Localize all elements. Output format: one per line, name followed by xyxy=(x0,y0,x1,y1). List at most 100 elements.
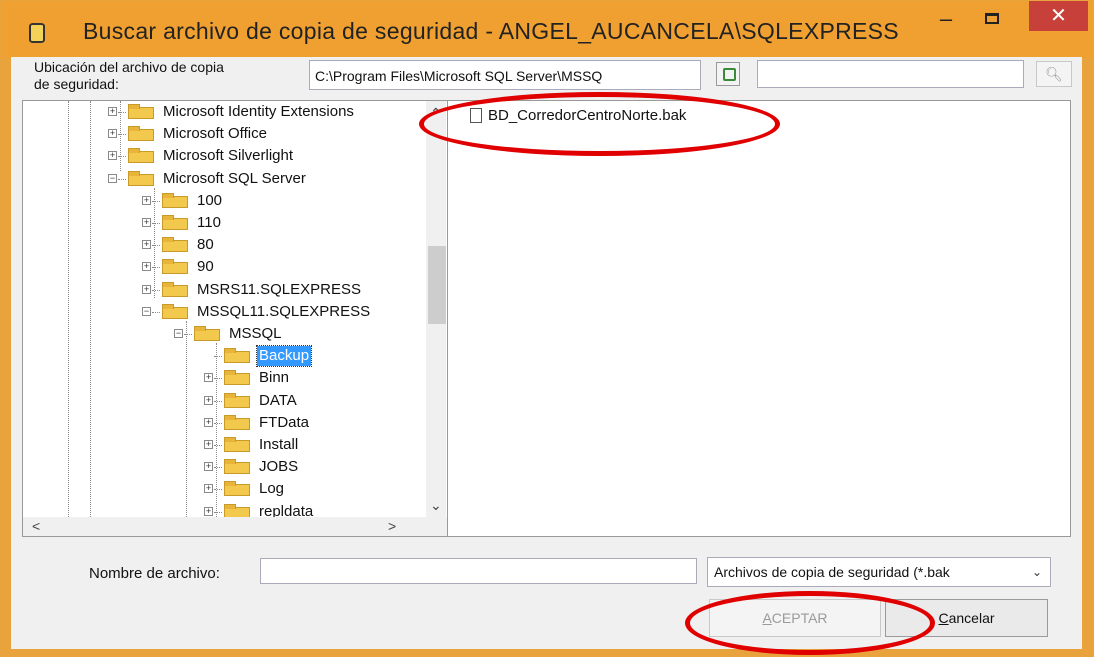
tree-node-label[interactable]: JOBS xyxy=(257,457,300,477)
title-bar[interactable]: Buscar archivo de copia de seguridad - A… xyxy=(1,1,1093,58)
expand-icon[interactable]: + xyxy=(142,284,151,294)
tree-horizontal-scrollbar[interactable]: < > xyxy=(23,517,447,536)
tree-branch-line xyxy=(152,267,160,269)
expand-icon[interactable]: + xyxy=(204,462,213,472)
expand-icon[interactable]: + xyxy=(204,373,213,383)
collapse-icon[interactable]: − xyxy=(108,173,117,183)
tree-node-label[interactable]: Microsoft SQL Server xyxy=(161,169,308,189)
location-label-line2: de seguridad: xyxy=(34,76,119,92)
tree-branch-line xyxy=(214,378,222,380)
folder-icon xyxy=(224,370,250,386)
tree-node-label[interactable]: 90 xyxy=(195,257,216,277)
tree-node-label[interactable]: MSRS11.SQLEXPRESS xyxy=(195,280,363,300)
tree-node-label[interactable]: 100 xyxy=(195,191,224,211)
tree-branch-line xyxy=(152,223,160,224)
expand-icon[interactable]: + xyxy=(108,151,117,161)
expand-icon[interactable]: + xyxy=(142,240,151,250)
tree-guide-line xyxy=(186,321,187,521)
file-list[interactable]: BD_CorredorCentroNorte.bak xyxy=(448,100,1071,537)
refresh-icon xyxy=(723,68,736,81)
tree-branch-line xyxy=(152,311,160,313)
file-type-select[interactable]: Archivos de copia de seguridad (*.bak ⌄ xyxy=(707,557,1051,587)
close-button[interactable]: ✕ xyxy=(1029,1,1088,31)
tree-branch-line xyxy=(152,200,160,202)
tree-branch-line xyxy=(118,178,126,180)
folder-icon xyxy=(224,481,250,497)
folder-icon xyxy=(128,170,154,186)
tree-node-label[interactable]: Install xyxy=(257,435,300,455)
tree-guide-line xyxy=(68,101,69,517)
folder-icon xyxy=(224,437,250,452)
search-input[interactable] xyxy=(757,60,1024,88)
tree-node-label[interactable]: Microsoft Office xyxy=(161,124,269,144)
tree-node-label[interactable]: 110 xyxy=(195,213,223,233)
tree-branch-line xyxy=(118,134,126,136)
tree-node-label[interactable]: Binn xyxy=(257,368,291,388)
folder-icon xyxy=(162,192,188,208)
expand-icon[interactable]: + xyxy=(108,129,117,139)
scroll-right-icon[interactable]: > xyxy=(388,518,396,534)
database-icon xyxy=(29,23,45,43)
tree-node-label[interactable]: MSSQL xyxy=(227,324,284,344)
expand-icon[interactable]: + xyxy=(204,395,213,405)
backup-path-field[interactable]: C:\Program Files\Microsoft SQL Server\MS… xyxy=(309,60,701,90)
file-type-value: Archivos de copia de seguridad (*.bak xyxy=(714,564,950,580)
scroll-down-icon[interactable]: ⌄ xyxy=(430,497,442,514)
collapse-icon[interactable]: − xyxy=(142,306,151,316)
highlight-oval-accept xyxy=(685,591,935,655)
tree-guide-line xyxy=(154,188,155,298)
folder-icon xyxy=(128,104,154,119)
maximize-icon xyxy=(985,13,999,24)
tree-node-label[interactable]: Microsoft Silverlight xyxy=(161,146,295,166)
tree-branch-line xyxy=(152,245,160,247)
search-icon: 🔍︎ xyxy=(1045,66,1063,82)
folder-icon xyxy=(162,259,188,275)
scroll-thumb[interactable] xyxy=(428,246,446,324)
expand-icon[interactable]: + xyxy=(204,484,213,494)
collapse-icon[interactable]: − xyxy=(174,329,183,338)
search-button[interactable]: 🔍︎ xyxy=(1036,61,1072,87)
filename-input[interactable] xyxy=(260,558,697,584)
expand-icon[interactable]: + xyxy=(108,107,117,116)
refresh-button[interactable] xyxy=(716,62,740,86)
expand-icon[interactable]: + xyxy=(142,218,151,227)
expand-icon[interactable]: + xyxy=(204,440,213,449)
maximize-button[interactable] xyxy=(979,7,1005,33)
tree-node-label[interactable]: MSSQL11.SQLEXPRESS xyxy=(195,302,372,322)
tree-node-label[interactable]: FTData xyxy=(257,413,311,433)
expand-icon[interactable]: + xyxy=(142,195,151,205)
chevron-down-icon: ⌄ xyxy=(1031,565,1042,579)
expand-icon[interactable]: + xyxy=(142,262,151,272)
minimize-button[interactable]: – xyxy=(932,8,960,35)
tree-branch-line xyxy=(184,334,192,335)
folder-icon xyxy=(128,148,154,164)
expand-icon[interactable]: + xyxy=(204,417,213,427)
tree-vertical-scrollbar[interactable]: ⌃ ⌄ xyxy=(426,101,446,517)
tree-branch-line xyxy=(118,156,126,158)
folder-icon xyxy=(224,392,250,408)
tree-branch-line xyxy=(214,422,222,424)
expand-icon[interactable]: + xyxy=(204,506,213,516)
folder-icon xyxy=(224,459,250,475)
highlight-oval-file xyxy=(419,92,780,156)
tree-guide-line xyxy=(216,343,217,523)
tree-branch-line xyxy=(214,489,222,491)
tree-branch-line xyxy=(152,289,160,291)
folder-icon xyxy=(194,326,220,341)
tree-node-label[interactable]: DATA xyxy=(257,391,299,411)
tree-branch-line xyxy=(214,445,222,446)
scroll-left-icon[interactable]: < xyxy=(32,518,40,534)
tree-node-label[interactable]: Microsoft Identity Extensions xyxy=(161,102,356,122)
location-label: Ubicación del archivo de copia de seguri… xyxy=(34,59,294,93)
tree-branch-line xyxy=(214,467,222,469)
tree-branch-line xyxy=(214,356,222,358)
tree-node-label[interactable]: Log xyxy=(257,479,286,499)
tree-branch-line xyxy=(214,511,222,513)
folder-icon xyxy=(162,215,188,230)
tree-node-label[interactable]: 80 xyxy=(195,235,216,255)
folder-icon xyxy=(162,281,188,297)
filename-label: Nombre de archivo: xyxy=(89,565,220,582)
folder-icon xyxy=(162,303,188,319)
tree-node-label[interactable]: Backup xyxy=(255,345,313,368)
folder-tree[interactable]: + Microsoft Identity Extensions + Microsoft… xyxy=(22,100,448,537)
